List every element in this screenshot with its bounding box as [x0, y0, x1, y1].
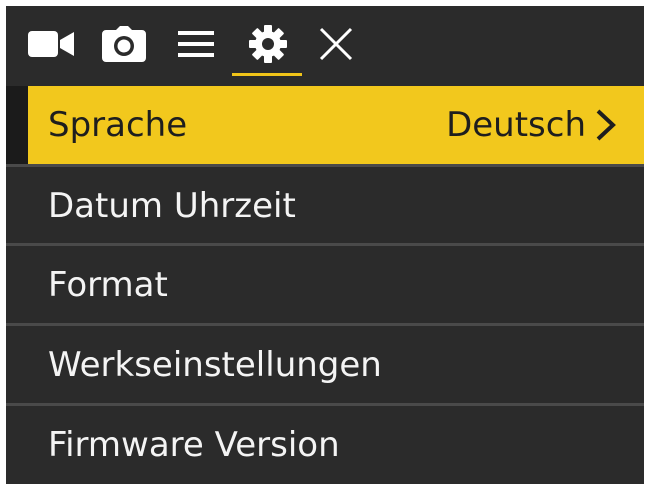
menu-lines-icon[interactable] [174, 22, 218, 66]
mode-toolbar [6, 6, 644, 86]
menu-item-firmware-version[interactable]: Firmware Version [6, 406, 644, 484]
menu-item-format[interactable]: Format [6, 246, 644, 324]
camera-settings-screen: Sprache Deutsch Datum Uhrzeit Format Wer… [6, 6, 644, 484]
menu-item-label: Werkseinstellungen [48, 345, 382, 385]
menu-item-sprache[interactable]: Sprache Deutsch [28, 86, 644, 164]
selection-marker [6, 86, 28, 164]
menu-item-value: Deutsch [446, 105, 586, 145]
menu-item-label: Format [48, 265, 168, 305]
menu-item-werkseinstellungen[interactable]: Werkseinstellungen [6, 326, 644, 404]
chevron-right-icon [596, 109, 616, 141]
menu-item-datum-uhrzeit[interactable]: Datum Uhrzeit [6, 167, 644, 245]
close-icon[interactable] [314, 22, 358, 66]
gear-icon[interactable] [240, 22, 296, 66]
video-camera-icon[interactable] [26, 22, 76, 66]
menu-item-label: Datum Uhrzeit [48, 186, 296, 226]
menu-item-label: Sprache [48, 105, 188, 145]
menu-item-label: Firmware Version [48, 425, 340, 465]
active-tab-indicator [232, 73, 302, 76]
photo-camera-icon[interactable] [98, 22, 150, 66]
